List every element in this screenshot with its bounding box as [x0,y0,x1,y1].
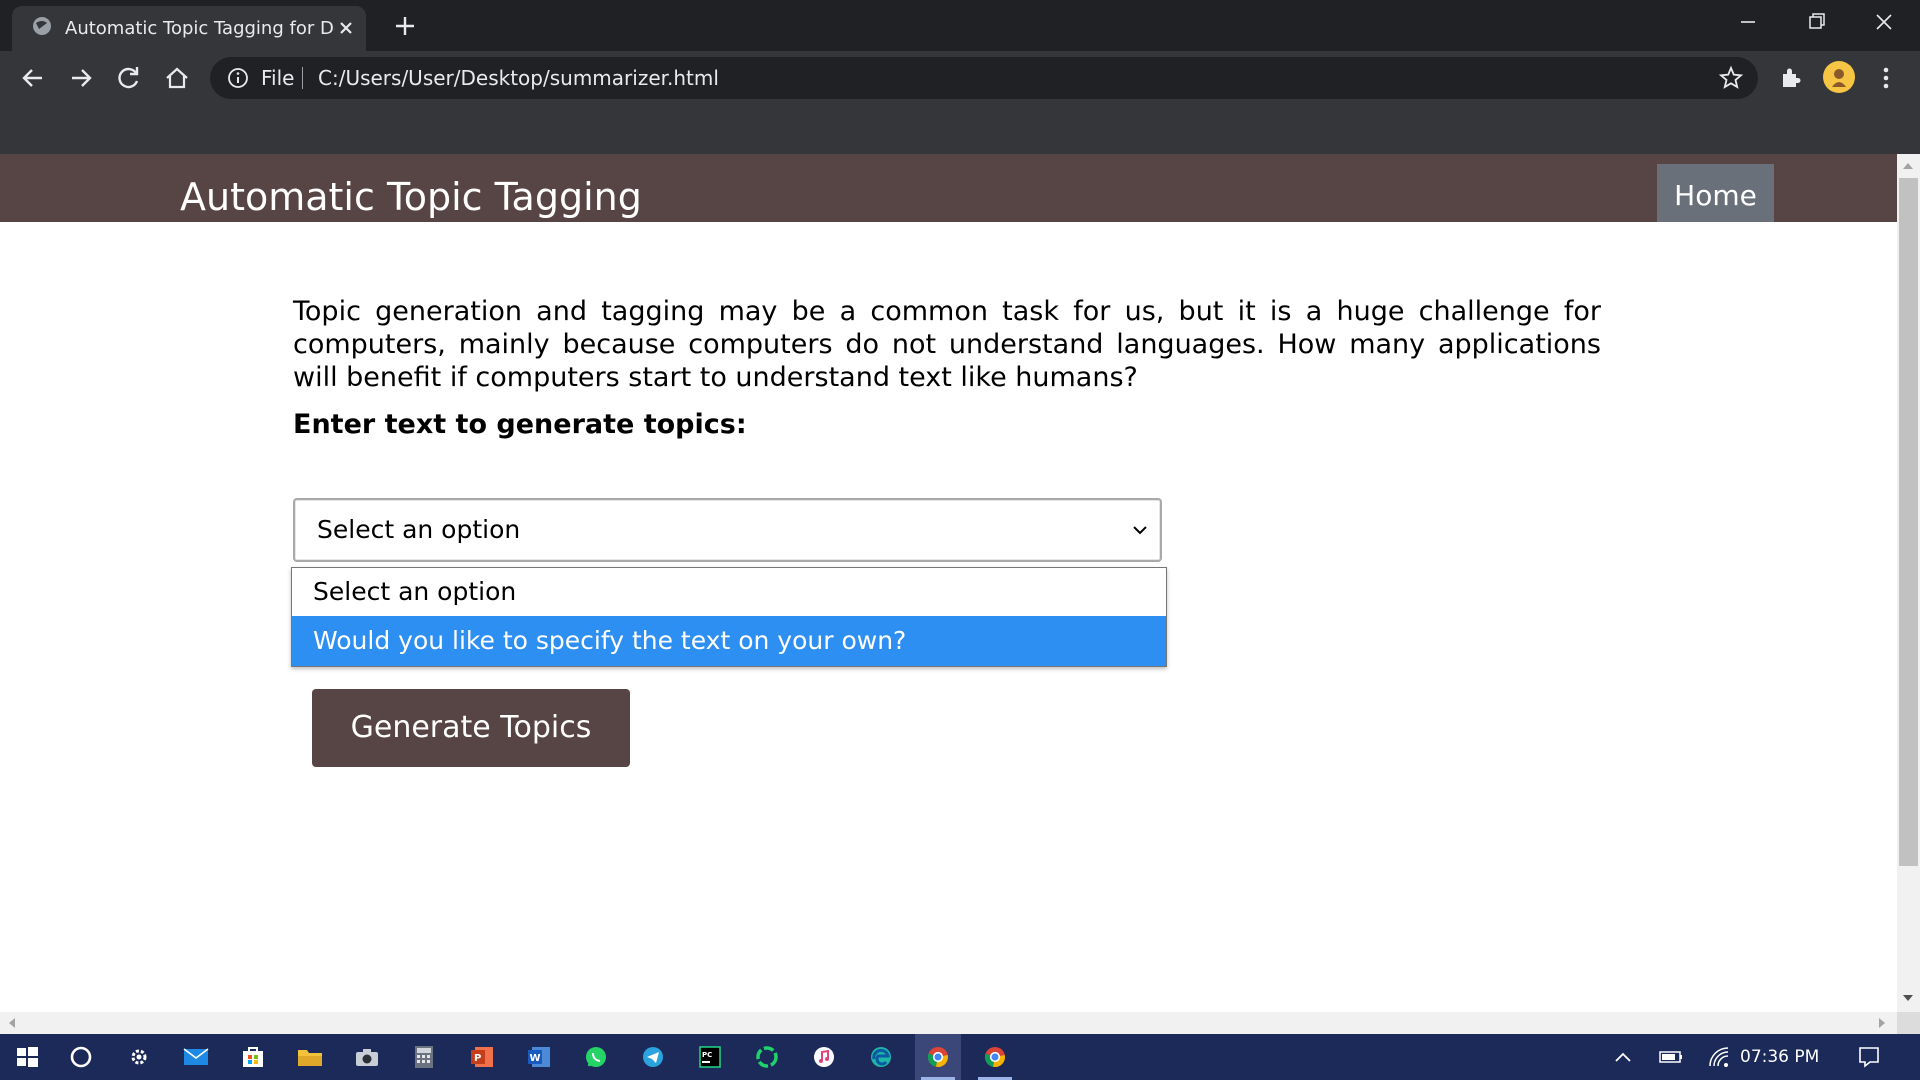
chrome-alt-icon[interactable] [972,1034,1018,1080]
intro-paragraph: Topic generation and tagging may be a co… [293,296,1601,393]
window-close-icon[interactable] [1866,8,1902,36]
select-value: Select an option [317,515,521,544]
scroll-right-arrow-icon[interactable] [1876,1016,1888,1030]
address-divider [302,67,303,89]
home-icon[interactable] [161,62,193,94]
wifi-icon[interactable] [1696,1034,1742,1080]
nav-home-link[interactable]: Home [1657,164,1774,222]
svg-text:PC: PC [702,1051,712,1059]
browser-tab[interactable]: Automatic Topic Tagging for Documents [12,6,366,51]
page-viewport: Automatic Topic Tagging Home Topic gener… [0,154,1897,1012]
telegram-icon[interactable] [630,1034,676,1080]
powerpoint-icon[interactable]: P [459,1034,505,1080]
tab-title: Automatic Topic Tagging for Documents [65,18,335,39]
camera-icon[interactable] [344,1034,390,1080]
chevron-down-icon [1131,522,1149,538]
calculator-icon[interactable] [401,1034,447,1080]
scrollbar-corner [1897,1012,1920,1034]
itunes-icon[interactable] [801,1034,847,1080]
notification-center-icon[interactable] [1846,1034,1892,1080]
address-scheme-label: File [261,66,295,90]
url-text[interactable]: C:/Users/User/Desktop/summarizer.html [318,57,719,99]
site-header: Automatic Topic Tagging Home [0,154,1897,222]
show-hidden-icons-chevron[interactable] [1600,1034,1646,1080]
prompt-label: Enter text to generate topics: [293,409,747,440]
app-ring-icon[interactable] [744,1034,790,1080]
forward-arrow-icon[interactable] [65,62,97,94]
chrome-icon[interactable] [915,1034,961,1080]
windows-start-icon[interactable] [4,1034,50,1080]
battery-icon[interactable] [1648,1034,1694,1080]
reload-icon[interactable] [113,62,145,94]
mail-icon[interactable] [173,1034,219,1080]
generate-topics-button[interactable]: Generate Topics [312,689,630,767]
topic-source-select[interactable]: Select an option [293,498,1162,562]
scroll-up-arrow-icon[interactable] [1901,160,1915,172]
edge-icon[interactable] [858,1034,904,1080]
svg-text:P: P [474,1053,481,1064]
extensions-icon[interactable] [1777,64,1805,92]
menu-kebab-icon[interactable] [1878,64,1894,92]
whatsapp-icon[interactable] [573,1034,619,1080]
star-icon[interactable] [1717,64,1745,92]
select-option-highlighted[interactable]: Would you like to specify the text on yo… [292,616,1166,666]
info-icon[interactable] [226,66,250,90]
close-icon[interactable] [334,16,358,40]
word-icon[interactable]: W [516,1034,562,1080]
new-tab-icon[interactable] [390,11,420,41]
settings-icon[interactable] [116,1034,162,1080]
vertical-scroll-thumb[interactable] [1899,178,1918,866]
profile-avatar[interactable] [1823,61,1855,93]
scroll-down-arrow-icon[interactable] [1901,992,1915,1004]
site-title: Automatic Topic Tagging [180,175,642,219]
store-icon[interactable] [230,1034,276,1080]
cortana-search-icon[interactable] [58,1034,104,1080]
file-explorer-icon[interactable] [287,1034,333,1080]
minimize-icon[interactable] [1730,8,1766,36]
globe-icon [30,14,54,38]
select-dropdown-list: Select an option Would you like to speci… [291,567,1167,667]
taskbar-clock[interactable]: 07:36 PM [1740,1034,1819,1080]
back-arrow-icon[interactable] [17,62,49,94]
horizontal-scrollbar[interactable] [0,1012,1897,1034]
svg-text:W: W [530,1053,541,1064]
select-option[interactable]: Select an option [292,568,1166,616]
restore-icon[interactable] [1798,8,1834,36]
scroll-left-arrow-icon[interactable] [6,1016,18,1030]
pycharm-icon[interactable]: PC [687,1034,733,1080]
